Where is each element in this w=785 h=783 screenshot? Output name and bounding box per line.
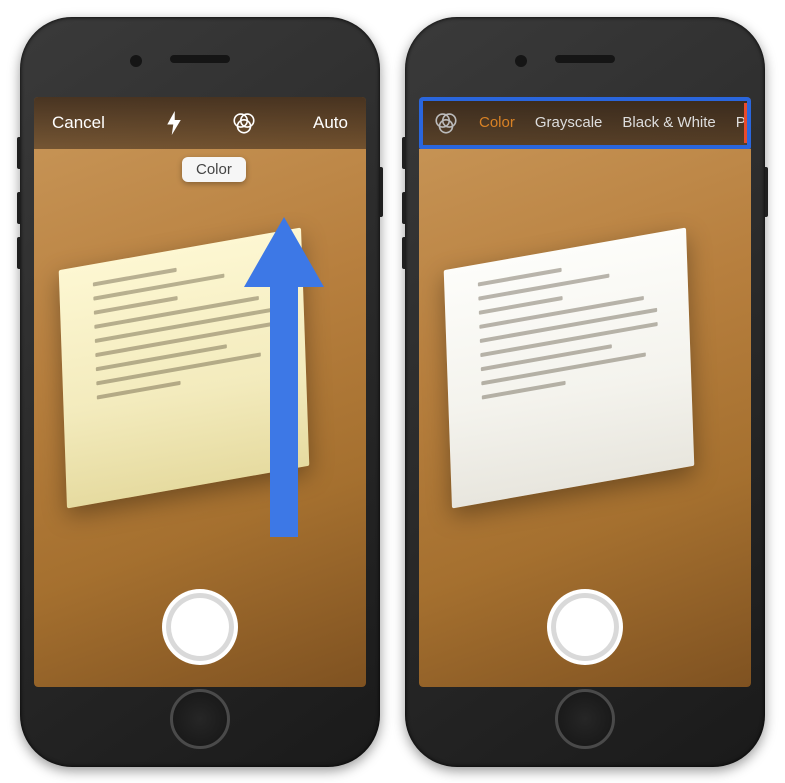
flash-icon[interactable]: [161, 110, 187, 136]
filter-bar-highlight: [419, 97, 751, 149]
filter-icon[interactable]: [231, 110, 257, 136]
earpiece: [555, 55, 615, 63]
home-button[interactable]: [170, 689, 230, 749]
auto-mode-button[interactable]: Auto: [313, 113, 348, 133]
home-button[interactable]: [555, 689, 615, 749]
scan-toolbar: Cancel Auto: [34, 97, 366, 149]
phone-right: Color Grayscale Black & White Photo: [405, 17, 765, 767]
screen-left: Cancel Auto Color: [34, 97, 366, 687]
earpiece: [170, 55, 230, 63]
document-preview: [58, 227, 308, 508]
document-preview: [443, 227, 693, 508]
sensor-dot: [130, 55, 142, 67]
filter-tooltip: Color: [182, 157, 246, 182]
toolbar-center: [161, 110, 257, 136]
shutter-button[interactable]: [547, 589, 623, 665]
shutter-button[interactable]: [162, 589, 238, 665]
screen-right: Color Grayscale Black & White Photo: [419, 97, 751, 687]
phone-left: Cancel Auto Color: [20, 17, 380, 767]
sensor-dot: [515, 55, 527, 67]
cancel-button[interactable]: Cancel: [52, 113, 105, 133]
